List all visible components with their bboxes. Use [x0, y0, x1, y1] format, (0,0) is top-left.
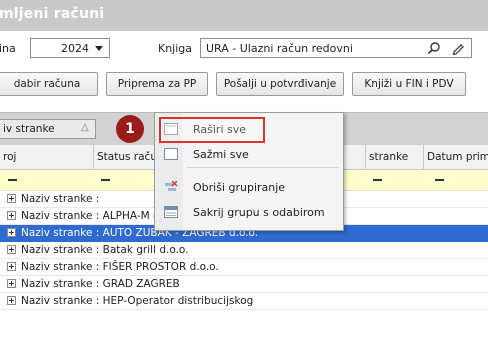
group-row[interactable]: Naziv stranke : Batak grill d.o.o.: [0, 242, 488, 259]
post-to-fin-pdv-button[interactable]: Knjiži u FIN i PDV: [352, 72, 466, 96]
filter-dash-icon: [8, 179, 17, 181]
expand-plus-icon[interactable]: [7, 194, 16, 203]
expand-plus-icon[interactable]: [7, 245, 16, 254]
menu-item-clear-grouping[interactable]: Obriši grupiranje: [156, 176, 342, 200]
add-invoice-button[interactable]: dabir računa: [0, 72, 98, 96]
group-row[interactable]: Naziv stranke : HEP-Operator distribucij…: [0, 293, 488, 310]
window-title: mljeni računi: [0, 6, 105, 22]
expand-plus-icon[interactable]: [7, 296, 16, 305]
expand-plus-icon[interactable]: [7, 228, 16, 237]
filter-dash-icon: [373, 179, 382, 181]
book-value: URA - Ulazni račun redovni: [206, 42, 353, 55]
prepare-for-pp-button[interactable]: Priprema za PP: [106, 72, 208, 96]
highlight-box: [159, 117, 265, 143]
expand-plus-icon[interactable]: [7, 279, 16, 288]
collapse-all-icon: [164, 148, 178, 160]
send-for-approval-button[interactable]: Pošalji u potvrđivanje: [216, 72, 344, 96]
menu-item-label: Obriši grupiranje: [193, 181, 286, 194]
filter-dash-icon: [435, 179, 444, 181]
window-title-bar: mljeni računi: [0, 0, 488, 31]
group-row-label: Naziv stranke : HEP-Operator distribucij…: [21, 295, 254, 307]
menu-item-collapse-all[interactable]: Sažmi sve: [156, 143, 342, 167]
year-label: ina: [0, 42, 16, 55]
menu-item-hide-group[interactable]: Sakrij grupu s odabirom: [156, 201, 342, 225]
group-row[interactable]: Naziv stranke : FIŠER PROSTOR d.o.o.: [0, 259, 488, 276]
group-row-label: Naziv stranke : Batak grill d.o.o.: [21, 244, 189, 256]
group-by-label: iv stranke: [3, 123, 55, 135]
column-header-number[interactable]: roj: [0, 145, 94, 169]
expand-plus-icon[interactable]: [7, 211, 16, 220]
menu-separator: [187, 167, 339, 168]
chevron-down-icon[interactable]: [95, 46, 103, 51]
year-value: 2024: [61, 42, 89, 55]
group-row[interactable]: Naziv stranke : GRAD ZAGREB: [0, 276, 488, 293]
group-by-chip[interactable]: iv stranke △: [0, 119, 96, 139]
column-header-partner[interactable]: stranke: [366, 145, 424, 169]
column-header-date[interactable]: Datum prim: [424, 145, 488, 169]
group-row-label: Naziv stranke :: [21, 193, 100, 205]
filter-dash-icon: [101, 179, 110, 181]
sort-ascending-icon[interactable]: △: [81, 122, 89, 133]
context-menu: Raširi sve Sažmi sve Obriši grupiranje S…: [154, 112, 344, 231]
menu-item-label: Sažmi sve: [193, 148, 249, 161]
year-select[interactable]: 2024: [30, 38, 110, 58]
book-field[interactable]: URA - Ulazni račun redovni: [200, 38, 472, 58]
hide-group-icon: [164, 206, 178, 218]
step-badge: 1: [116, 115, 144, 143]
expand-plus-icon[interactable]: [7, 262, 16, 271]
menu-item-label: Sakrij grupu s odabirom: [193, 206, 325, 219]
edit-pencil-icon[interactable]: [451, 41, 465, 55]
book-label: Knjiga: [158, 42, 193, 55]
group-row-label: Naziv stranke : FIŠER PROSTOR d.o.o.: [21, 261, 219, 273]
group-row-label: Naziv stranke : GRAD ZAGREB: [21, 278, 180, 290]
clear-grouping-icon: [165, 181, 178, 191]
search-icon[interactable]: [427, 41, 441, 55]
